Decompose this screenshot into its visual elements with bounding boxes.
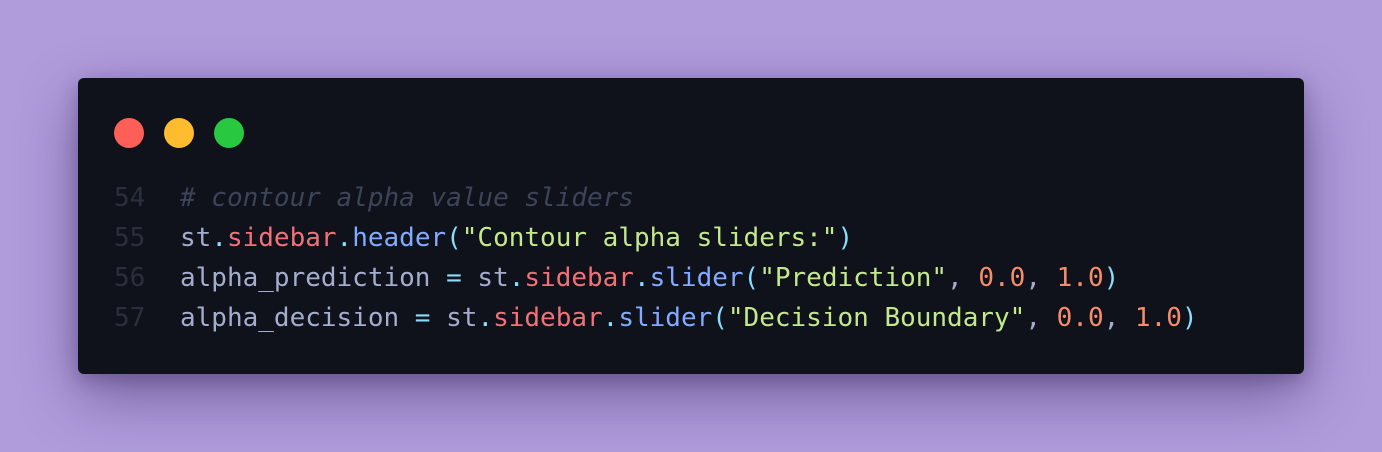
number-token-min: 0.0 xyxy=(1056,303,1104,333)
code-line-57: 57 alpha_decision = st.sidebar.slider("De… xyxy=(114,298,1198,338)
dot-token: . xyxy=(602,303,619,333)
open-paren-token: ( xyxy=(446,223,462,253)
code-block: 54 # contour alpha value sliders 55 st.sid… xyxy=(114,178,1198,338)
code-window: 54 # contour alpha value sliders 55 st.sid… xyxy=(78,78,1304,374)
code-line-56: 56 alpha_prediction = st.sidebar.slider("… xyxy=(114,258,1198,298)
object-token: st xyxy=(477,263,509,293)
variable-token: alpha_prediction xyxy=(180,263,431,293)
close-paren-token: ) xyxy=(1103,263,1120,293)
comma-token: , xyxy=(1025,303,1057,333)
method-token: slider xyxy=(618,303,713,333)
object-token: st xyxy=(446,303,478,333)
assign-token: = xyxy=(399,303,447,333)
attribute-token: sidebar xyxy=(493,303,603,333)
minimize-button[interactable] xyxy=(164,118,194,148)
line-number: 54 xyxy=(114,183,146,213)
close-button[interactable] xyxy=(114,118,144,148)
open-paren-token: ( xyxy=(743,263,760,293)
attribute-token: sidebar xyxy=(524,263,634,293)
comma-token: , xyxy=(947,263,979,293)
number-token-min: 0.0 xyxy=(978,263,1026,293)
string-token: "Prediction" xyxy=(759,263,948,293)
dot-token: . xyxy=(211,223,227,253)
string-token: "Decision Boundary" xyxy=(727,303,1026,333)
attribute-token: sidebar xyxy=(226,223,337,253)
string-token: "Contour alpha sliders:" xyxy=(461,223,838,253)
dot-token: . xyxy=(477,303,494,333)
code-comment: # contour alpha value sliders xyxy=(180,183,634,213)
line-number: 56 xyxy=(114,263,146,293)
comma-token: , xyxy=(1025,263,1057,293)
line-number: 55 xyxy=(114,223,146,253)
dot-token: . xyxy=(508,263,525,293)
close-paren-token: ) xyxy=(1181,303,1198,333)
method-token: slider xyxy=(649,263,744,293)
comma-token: , xyxy=(1103,303,1135,333)
code-line-55: 55 st.sidebar.header("Contour alpha slide… xyxy=(114,218,1198,258)
dot-token: . xyxy=(336,223,353,253)
open-paren-token: ( xyxy=(712,303,728,333)
number-token-max: 1.0 xyxy=(1056,263,1104,293)
code-line-54: 54 # contour alpha value sliders xyxy=(114,178,1198,218)
dot-token: . xyxy=(633,263,650,293)
number-token-max: 1.0 xyxy=(1134,303,1182,333)
line-number: 57 xyxy=(114,303,146,333)
variable-token: alpha_decision xyxy=(180,303,400,333)
close-paren-token: ) xyxy=(837,223,854,253)
object-token: st xyxy=(180,223,212,253)
maximize-button[interactable] xyxy=(214,118,244,148)
assign-token: = xyxy=(430,263,478,293)
method-token: header xyxy=(352,223,447,253)
